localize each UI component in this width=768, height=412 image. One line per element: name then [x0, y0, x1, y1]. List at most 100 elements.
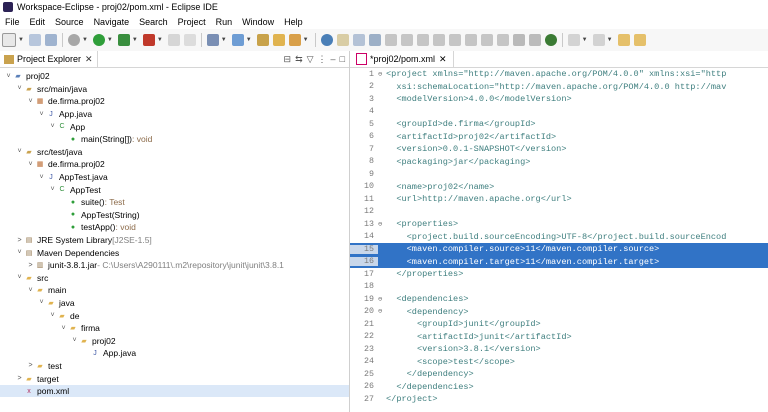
- toggle-comment-icon[interactable]: [448, 34, 461, 46]
- tab-pom-xml[interactable]: *proj02/pom.xml ✕: [350, 51, 454, 67]
- save-icon[interactable]: [28, 34, 41, 46]
- code-line[interactable]: 3 <modelVersion>4.0.0</modelVersion>: [350, 93, 768, 106]
- run-icon[interactable]: [92, 34, 105, 46]
- minimize-icon[interactable]: –: [331, 54, 336, 64]
- code-line[interactable]: 19 ⊖ <dependencies>: [350, 293, 768, 306]
- task-dropdown-icon[interactable]: ▼: [303, 37, 309, 43]
- code-line[interactable]: 17 </properties>: [350, 268, 768, 281]
- terminate-icon[interactable]: [183, 34, 196, 46]
- collapse-arrow-icon[interactable]: ˅: [48, 123, 57, 130]
- expand-arrow-icon[interactable]: >: [26, 262, 35, 269]
- tree-item[interactable]: ˅ J AppTest.java: [0, 171, 349, 184]
- tree-item[interactable]: ˅ ▰ proj02: [0, 70, 349, 83]
- code-line[interactable]: 16 <maven.compiler.target>11</maven.comp…: [350, 255, 768, 268]
- collapse-arrow-icon[interactable]: ˅: [37, 299, 46, 306]
- menu-navigate[interactable]: Navigate: [89, 17, 135, 27]
- view-menu-icon[interactable]: ⋮: [318, 54, 327, 65]
- code-line[interactable]: 1 ⊖ <project xmlns="http://maven.apache.or…: [350, 68, 768, 81]
- code-line[interactable]: 7 <version>0.0.1-SNAPSHOT</version>: [350, 143, 768, 156]
- code-line[interactable]: 22 <artifactId>junit</artifactId>: [350, 331, 768, 344]
- tree-item[interactable]: ● AppTest(String): [0, 209, 349, 222]
- open-folder-icon[interactable]: [272, 34, 285, 46]
- code-editor[interactable]: 1 ⊖ <project xmlns="http://maven.apache.or…: [350, 68, 768, 406]
- tree-item[interactable]: ˅ ▰ java: [0, 297, 349, 310]
- tree-item[interactable]: ● testApp() : void: [0, 221, 349, 234]
- search-icon[interactable]: [352, 34, 365, 46]
- collapse-arrow-icon[interactable]: ˅: [37, 111, 46, 118]
- validate-icon[interactable]: [496, 34, 509, 46]
- tree-item[interactable]: ˅ ▦ de.firma.proj02: [0, 95, 349, 108]
- filter-icon[interactable]: ▽: [307, 54, 314, 65]
- tree-item[interactable]: ˅ ▰ src/main/java: [0, 83, 349, 96]
- breadcrumb-icon[interactable]: [432, 34, 445, 46]
- annotation-icon[interactable]: [336, 34, 349, 46]
- code-line[interactable]: 23 <version>3.8.1</version>: [350, 343, 768, 356]
- code-line[interactable]: 26 </dependencies>: [350, 381, 768, 394]
- menu-source[interactable]: Source: [50, 17, 89, 27]
- collapse-arrow-icon[interactable]: ˅: [15, 148, 24, 155]
- collapse-all-icon[interactable]: ⊟: [284, 54, 292, 65]
- tree-item[interactable]: ˅ C App: [0, 120, 349, 133]
- run-dropdown-icon[interactable]: ▼: [107, 37, 113, 43]
- menu-help[interactable]: Help: [279, 17, 308, 27]
- globe-icon[interactable]: [320, 34, 333, 46]
- outline-icon[interactable]: [480, 34, 493, 46]
- new-java-project-icon[interactable]: [231, 34, 244, 46]
- collapse-arrow-icon[interactable]: ˅: [37, 174, 46, 181]
- previous-annotation-dropdown-icon[interactable]: ▼: [607, 37, 613, 43]
- tree-item[interactable]: ● suite() : Test: [0, 196, 349, 209]
- menu-edit[interactable]: Edit: [25, 17, 51, 27]
- fold-toggle-icon[interactable]: ⊖: [378, 220, 386, 229]
- code-line[interactable]: 15 <maven.compiler.source>11</maven.comp…: [350, 243, 768, 256]
- collapse-arrow-icon[interactable]: ˅: [26, 98, 35, 105]
- code-line[interactable]: 9: [350, 168, 768, 181]
- word-wrap-icon[interactable]: [400, 34, 413, 46]
- format-icon[interactable]: [464, 34, 477, 46]
- open-perspective-icon[interactable]: [206, 34, 219, 46]
- show-whitespace-icon[interactable]: [416, 34, 429, 46]
- collapse-arrow-icon[interactable]: ˅: [4, 73, 13, 80]
- tab-project-explorer[interactable]: Project Explorer ✕: [0, 51, 98, 67]
- menu-project[interactable]: Project: [173, 17, 211, 27]
- expand-arrow-icon[interactable]: >: [26, 362, 35, 369]
- fold-toggle-icon[interactable]: ⊖: [378, 295, 386, 304]
- code-line[interactable]: 21 <groupId>junit</groupId>: [350, 318, 768, 331]
- tree-item[interactable]: ˅ ▰ firma: [0, 322, 349, 335]
- expand-arrow-icon[interactable]: >: [15, 375, 24, 382]
- code-line[interactable]: 12: [350, 206, 768, 219]
- properties-icon[interactable]: [528, 34, 541, 46]
- code-line[interactable]: 5 <groupId>de.firma</groupId>: [350, 118, 768, 131]
- collapse-arrow-icon[interactable]: ˅: [15, 274, 24, 281]
- tree-item[interactable]: > ▤ JRE System Library [J2SE-1.5]: [0, 234, 349, 247]
- tree-item[interactable]: ˅ ▰ proj02: [0, 334, 349, 347]
- link-with-editor-icon[interactable]: ⇆: [295, 54, 303, 65]
- tree-item[interactable]: x pom.xml: [0, 384, 349, 398]
- fold-toggle-icon[interactable]: ⊖: [378, 307, 386, 316]
- open-type-icon[interactable]: [256, 34, 269, 46]
- back-icon[interactable]: [617, 34, 630, 46]
- code-line[interactable]: 24 <scope>test</scope>: [350, 356, 768, 369]
- menu-run[interactable]: Run: [211, 17, 238, 27]
- collapse-arrow-icon[interactable]: ˅: [15, 85, 24, 92]
- debug-icon[interactable]: [67, 34, 80, 46]
- tools-icon[interactable]: [512, 34, 525, 46]
- next-annotation-dropdown-icon[interactable]: ▼: [582, 37, 588, 43]
- spring-icon[interactable]: [544, 34, 557, 46]
- tree-item[interactable]: ˅ ▤ Maven Dependencies: [0, 246, 349, 259]
- coverage-icon[interactable]: [117, 34, 130, 46]
- code-line[interactable]: 6 <artifactId>proj02</artifactId>: [350, 131, 768, 144]
- open-task-icon[interactable]: [288, 34, 301, 46]
- tree-item[interactable]: ˅ ▰ de: [0, 309, 349, 322]
- tree-item[interactable]: ● main(String[]) : void: [0, 133, 349, 146]
- debug-dropdown-icon[interactable]: ▼: [82, 37, 88, 43]
- expand-arrow-icon[interactable]: >: [15, 237, 24, 244]
- new-java-dropdown-icon[interactable]: ▼: [246, 37, 252, 43]
- coverage-dropdown-icon[interactable]: ▼: [132, 37, 138, 43]
- tree-item[interactable]: ˅ ▰ src: [0, 272, 349, 285]
- code-line[interactable]: 14 <project.build.sourceEncoding>UTF-8</…: [350, 231, 768, 244]
- code-line[interactable]: 10 <name>proj02</name>: [350, 181, 768, 194]
- external-tools-icon[interactable]: [142, 34, 155, 46]
- code-line[interactable]: 13 ⊖ <properties>: [350, 218, 768, 231]
- tree-item[interactable]: ˅ ▦ de.firma.proj02: [0, 158, 349, 171]
- collapse-arrow-icon[interactable]: ˅: [15, 249, 24, 256]
